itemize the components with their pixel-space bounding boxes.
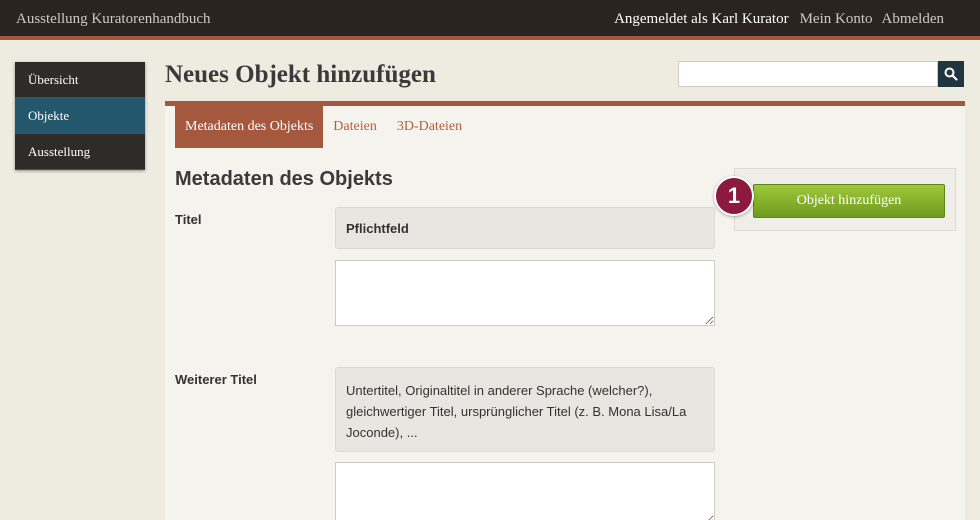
subtitle-label: Weiterer Titel	[175, 372, 257, 387]
title-hint: Pflichtfeld	[335, 207, 715, 249]
my-account-link[interactable]: Mein Konto	[800, 11, 873, 28]
main-content: Neues Objekt hinzufügen Metadaten des Ob…	[165, 44, 965, 520]
user-bar: Angemeldet als Karl Kurator Mein Konto A…	[614, 11, 944, 28]
site-title[interactable]: Ausstellung Kuratorenhandbuch	[16, 11, 211, 28]
sidebar-item-objects[interactable]: Objekte	[15, 98, 145, 134]
tab-3d-files[interactable]: 3D-Dateien	[387, 106, 472, 148]
callout-badge: 1	[714, 176, 754, 216]
title-label: Titel	[175, 212, 202, 227]
logged-in-user: Angemeldet als Karl Kurator	[614, 11, 789, 27]
save-panel: Objekt hinzufügen	[734, 168, 956, 231]
tab-metadata[interactable]: Metadaten des Objekts	[175, 106, 324, 148]
subtitle-textarea[interactable]	[335, 462, 715, 520]
search-button[interactable]	[938, 61, 964, 87]
tab-bar: Metadaten des Objekts Dateien 3D-Dateien	[175, 106, 472, 148]
logout-link[interactable]: Abmelden	[882, 11, 944, 28]
sidebar-item-overview[interactable]: Übersicht	[15, 62, 145, 98]
tab-files[interactable]: Dateien	[323, 106, 387, 148]
subtitle-hint: Untertitel, Originaltitel in anderer Spr…	[335, 367, 715, 452]
sidebar: Übersicht Objekte Ausstellung	[15, 62, 145, 170]
search-bar	[678, 61, 964, 87]
page-title: Neues Objekt hinzufügen	[165, 61, 436, 88]
search-input[interactable]	[678, 61, 938, 87]
sidebar-item-exhibition[interactable]: Ausstellung	[15, 134, 145, 170]
section-heading: Metadaten des Objekts	[175, 168, 393, 190]
top-bar: Ausstellung Kuratorenhandbuch Angemeldet…	[0, 0, 980, 40]
form-panel: Metadaten des Objekts Dateien 3D-Dateien…	[165, 101, 965, 520]
add-object-button[interactable]: Objekt hinzufügen	[753, 184, 945, 218]
search-icon	[944, 67, 958, 81]
title-textarea[interactable]	[335, 260, 715, 326]
